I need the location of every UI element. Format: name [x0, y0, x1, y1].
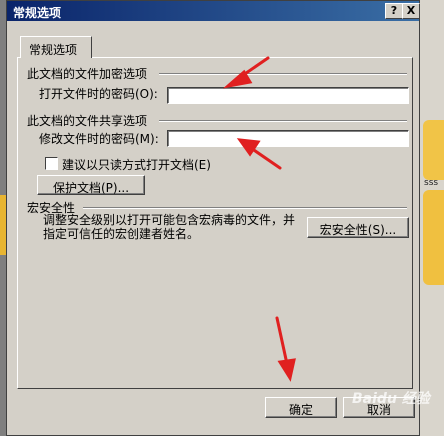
tab-general-options[interactable]: 常规选项 — [20, 36, 92, 58]
annotation-arrows — [222, 56, 296, 382]
watermark: Baidu 经验 — [352, 391, 430, 407]
arrow-icon — [275, 316, 296, 382]
arrow-icon — [236, 138, 282, 170]
arrow-icon — [222, 56, 270, 89]
tab-label: 常规选项 — [29, 43, 78, 57]
